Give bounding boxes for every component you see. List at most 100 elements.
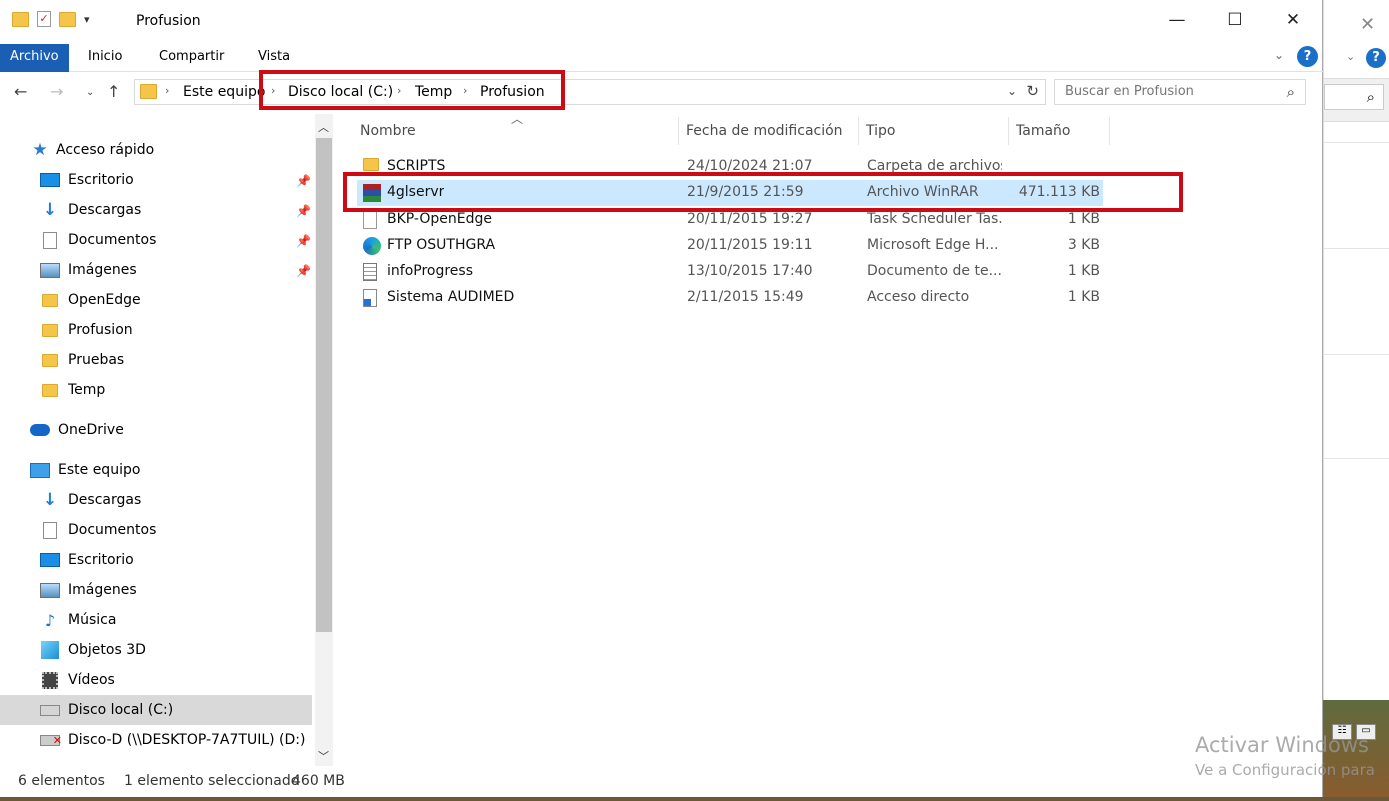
- background-search-box[interactable]: ⌕: [1324, 84, 1384, 110]
- sidebar-item-videos[interactable]: Vídeos: [40, 665, 115, 695]
- sidebar-item-escritorio[interactable]: Escritorio: [40, 165, 134, 195]
- music-icon: ♪: [44, 610, 56, 630]
- search-input[interactable]: [1065, 84, 1265, 99]
- pictures-icon: [40, 582, 60, 598]
- back-icon[interactable]: ←: [14, 82, 27, 101]
- column-header-name[interactable]: Nombre: [360, 114, 416, 150]
- forward-icon[interactable]: →: [50, 82, 63, 101]
- sidebar-item-label: Escritorio: [68, 172, 134, 188]
- network-drive-icon: [40, 734, 62, 747]
- file-date: 2/11/2015 15:49: [687, 289, 804, 305]
- scroll-down-icon[interactable]: ﹀: [318, 748, 329, 764]
- sidebar-item-musica[interactable]: ♪ Música: [40, 605, 117, 635]
- sidebar-item-escritorio[interactable]: Escritorio: [40, 545, 134, 575]
- download-icon: ↓: [42, 200, 58, 220]
- watermark-title: Activar Windows: [1195, 733, 1369, 757]
- pin-icon[interactable]: 📌: [296, 264, 311, 278]
- pin-icon[interactable]: 📌: [296, 234, 311, 248]
- column-divider[interactable]: [678, 117, 679, 145]
- column-header-size[interactable]: Tamaño: [1016, 114, 1070, 150]
- selected-file-highlight-box: [343, 172, 1183, 212]
- table-row[interactable]: SCRIPTS 24/10/2024 21:07 Carpeta de arch…: [357, 154, 1103, 174]
- table-row[interactable]: Sistema AUDIMED 2/11/2015 15:49 Acceso d…: [357, 285, 1103, 311]
- tab-archivo[interactable]: Archivo: [0, 44, 69, 72]
- column-divider[interactable]: [1109, 117, 1110, 145]
- customize-toolbar-icon[interactable]: ▾: [84, 13, 90, 26]
- search-box[interactable]: ⌕: [1054, 79, 1306, 105]
- expand-ribbon-icon[interactable]: ⌄: [1274, 48, 1284, 62]
- sidebar-item-pruebas[interactable]: Pruebas: [40, 345, 124, 375]
- background-help-icon[interactable]: ?: [1366, 48, 1386, 68]
- desktop-bottom-strip: [0, 797, 1389, 801]
- navigation-bar: ← → ⌄ ↑ › Este equipo › Disco local (C:)…: [0, 72, 1323, 114]
- sidebar-item-profusion[interactable]: Profusion: [40, 315, 133, 345]
- column-divider[interactable]: [858, 117, 859, 145]
- item-count: 6 elementos: [18, 773, 105, 789]
- scrollbar-thumb[interactable]: [316, 138, 332, 632]
- up-icon[interactable]: ↑: [107, 82, 120, 101]
- background-window: ✕ ⌄ ? ⌕: [1323, 0, 1389, 801]
- sidebar-item-label: OneDrive: [58, 422, 124, 438]
- properties-icon[interactable]: ✓: [37, 11, 51, 27]
- tab-vista[interactable]: Vista: [248, 44, 300, 72]
- sidebar-item-documentos[interactable]: Documentos: [40, 225, 156, 255]
- column-header-type[interactable]: Tipo: [866, 114, 895, 150]
- maximize-icon[interactable]: ☐: [1206, 0, 1264, 44]
- pin-icon[interactable]: 📌: [296, 174, 311, 188]
- sidebar-item-label: Disco-D (\\DESKTOP-7A7TUIL) (D:): [68, 732, 306, 748]
- column-divider[interactable]: [1008, 117, 1009, 145]
- sidebar-item-descargas[interactable]: ↓ Descargas: [40, 195, 141, 225]
- sidebar-item-acceso-rapido[interactable]: ★ Acceso rápido: [32, 135, 154, 165]
- desktop-icon: [40, 173, 60, 187]
- sidebar-item-onedrive[interactable]: OneDrive: [30, 415, 124, 445]
- recent-locations-icon[interactable]: ⌄: [86, 87, 94, 98]
- file-type: Task Scheduler Tas...: [867, 211, 1002, 227]
- refresh-icon[interactable]: ↻: [1026, 82, 1039, 100]
- chevron-right-icon: ›: [165, 84, 170, 97]
- scroll-up-icon[interactable]: ︿: [318, 119, 329, 135]
- pin-icon[interactable]: 📌: [296, 204, 311, 218]
- sidebar-item-descargas[interactable]: ↓ Descargas: [40, 485, 141, 515]
- sidebar-item-imagenes[interactable]: Imágenes: [40, 255, 137, 285]
- navigation-pane: ★ Acceso rápido Escritorio 📌 ↓ Descargas 📌…: [0, 114, 315, 764]
- file-explorer-window: ✓ ▾ Profusion — ☐ ✕ Archivo Inicio Compa…: [0, 0, 1323, 797]
- quick-access-toolbar: ✓ ▾: [12, 11, 90, 27]
- background-close-icon[interactable]: ✕: [1360, 14, 1375, 35]
- 3d-objects-icon: [40, 641, 60, 659]
- sidebar-item-openedge[interactable]: OpenEdge: [40, 285, 141, 315]
- sidebar-item-label: Documentos: [68, 522, 157, 538]
- selection-size: 460 MB: [292, 773, 345, 789]
- sidebar-item-label: Profusion: [68, 322, 133, 338]
- sidebar-item-temp[interactable]: Temp: [40, 375, 105, 405]
- sidebar-item-disco-local[interactable]: Disco local (C:): [0, 695, 312, 725]
- sidebar-item-label: Documentos: [68, 232, 157, 248]
- help-icon[interactable]: ?: [1297, 46, 1318, 67]
- videos-icon: [40, 671, 60, 689]
- minimize-icon[interactable]: —: [1148, 0, 1206, 44]
- task-icon: [363, 211, 377, 233]
- divider: [1324, 142, 1389, 143]
- file-size: 1 KB: [1067, 211, 1100, 227]
- new-folder-icon[interactable]: [59, 11, 76, 27]
- file-type: Acceso directo: [867, 289, 970, 305]
- breadcrumb-este-equipo[interactable]: Este equipo: [183, 84, 265, 100]
- sidebar-item-objetos-3d[interactable]: Objetos 3D: [40, 635, 146, 665]
- close-icon[interactable]: ✕: [1264, 0, 1322, 44]
- tab-compartir[interactable]: Compartir: [149, 44, 234, 72]
- column-header-date[interactable]: Fecha de modificación: [686, 114, 843, 150]
- tab-inicio[interactable]: Inicio: [78, 44, 132, 72]
- star-icon: ★: [32, 140, 48, 160]
- divider: [1324, 248, 1389, 249]
- navigation-pane-scrollbar[interactable]: ︿ ﹀: [315, 114, 333, 766]
- sidebar-item-documentos[interactable]: Documentos: [40, 515, 156, 545]
- sidebar-item-este-equipo[interactable]: Este equipo: [30, 455, 140, 485]
- sidebar-item-imagenes[interactable]: Imágenes: [40, 575, 137, 605]
- sidebar-item-label: Imágenes: [68, 262, 137, 278]
- file-date: 20/11/2015 19:11: [687, 237, 813, 253]
- table-row[interactable]: infoProgress 13/10/2015 17:40 Documento …: [357, 259, 1103, 285]
- window-controls: — ☐ ✕: [1148, 0, 1322, 44]
- sidebar-item-disco-d[interactable]: Disco-D (\\DESKTOP-7A7TUIL) (D:): [40, 725, 305, 755]
- background-chevron-icon[interactable]: ⌄: [1346, 50, 1355, 63]
- table-row[interactable]: FTP OSUTHGRA 20/11/2015 19:11 Microsoft …: [357, 233, 1103, 259]
- address-dropdown-icon[interactable]: ⌄: [1007, 84, 1017, 98]
